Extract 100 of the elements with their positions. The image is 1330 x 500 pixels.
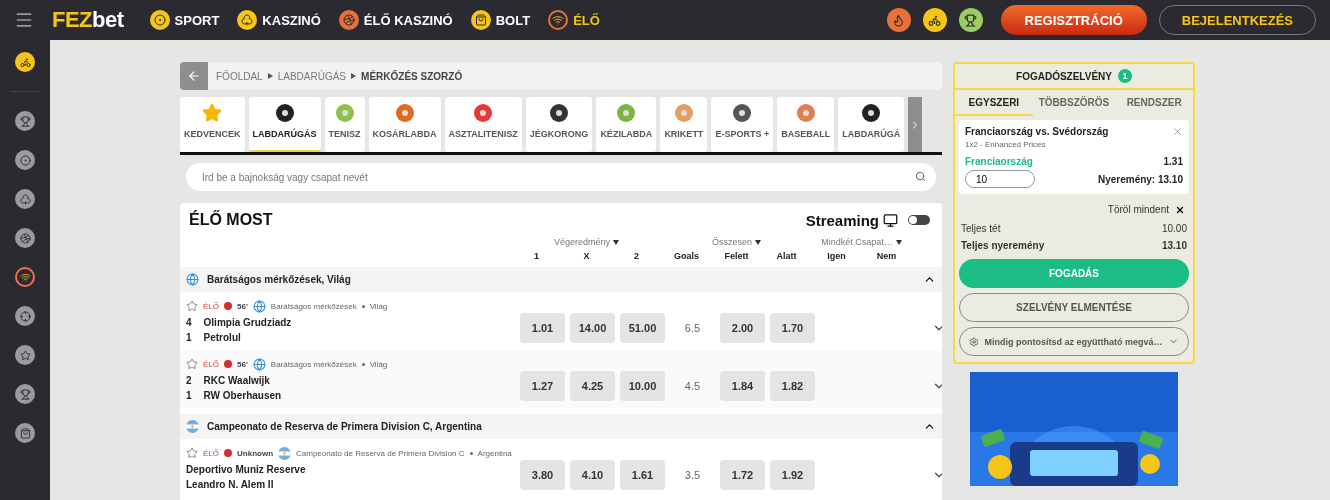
sport-tab[interactable]: KÉZILABDA — [596, 97, 657, 152]
sport-tab[interactable]: KOSÁRLABDA — [368, 97, 441, 152]
team-score: 1 — [186, 389, 192, 401]
favorite-icon[interactable] — [186, 300, 198, 312]
breadcrumb-link[interactable]: FŐOLDAL — [216, 70, 263, 82]
flame-icon[interactable] — [886, 8, 911, 32]
sidebar-button[interactable] — [15, 111, 35, 131]
sport-tab[interactable]: KRIKETT — [660, 97, 708, 152]
nav-link[interactable]: BOLT — [470, 10, 531, 30]
nav-link[interactable]: ÉLŐ — [548, 10, 600, 30]
sport-tab[interactable]: ASZTALITENISZ — [444, 97, 522, 152]
odds-button[interactable]: 1.70 — [770, 313, 815, 343]
team-name: Petrolul — [203, 331, 241, 343]
odds-button[interactable]: 1.61 — [620, 460, 665, 490]
sidebar-button[interactable] — [15, 306, 35, 326]
sidebar-button[interactable] — [15, 345, 35, 365]
match-country: Argentina — [477, 448, 512, 458]
star-icon — [202, 103, 223, 123]
market-dropdown[interactable]: Összesen — [664, 237, 809, 247]
match-time: Unknown — [237, 448, 273, 458]
globe-icon — [252, 357, 266, 371]
menu-icon[interactable] — [14, 10, 34, 30]
scroll-right-button[interactable] — [908, 97, 923, 152]
sport-tab[interactable]: TENISZ — [324, 97, 365, 152]
goals-line: 6.5 — [683, 322, 702, 334]
odds-button[interactable]: 1.27 — [520, 371, 565, 401]
streaming-toggle[interactable] — [908, 215, 930, 225]
search-icon — [915, 171, 926, 182]
odds-button[interactable]: 1.84 — [720, 371, 765, 401]
odds-button[interactable]: 4.25 — [570, 371, 615, 401]
argentina-flag-icon — [186, 420, 199, 433]
breadcrumb-link[interactable]: LABDARÚGÁS — [277, 70, 347, 82]
team-name: Deportivo Muniz Reserve — [186, 463, 306, 475]
betslip-tab[interactable]: TÖBBSZÖRÖS — [1032, 90, 1116, 116]
crosshair-icon — [19, 310, 31, 322]
market-dropdown[interactable]: Mindkét Csapat… — [814, 237, 909, 247]
odds-button[interactable]: 4.10 — [570, 460, 615, 490]
stake-field[interactable]: 10 — [965, 170, 1035, 188]
odds-button[interactable]: 1.01 — [520, 313, 565, 343]
sidebar-button[interactable] — [15, 267, 35, 287]
cyclist-icon — [19, 56, 31, 68]
odds-button[interactable]: 51.00 — [620, 313, 665, 343]
odds-button[interactable]: 1.92 — [770, 460, 815, 490]
live-icon — [224, 302, 232, 310]
settings-icon — [969, 336, 980, 347]
breadcrumb-link[interactable]: MÉRKŐZÉS SZORZÓ — [361, 70, 463, 82]
bet-odds: 1.31 — [1163, 156, 1183, 167]
team-name: RW Oberhausen — [203, 389, 282, 401]
match-league: Barátságos mérkőzések — [270, 301, 357, 311]
sport-tab[interactable]: KEDVENCEK — [180, 97, 245, 152]
sidebar-button[interactable] — [15, 384, 35, 404]
sidebar-button[interactable] — [15, 150, 35, 170]
match-league: Campeonato de Reserva de Primera Division C — [296, 448, 465, 458]
sport-tab[interactable]: LABDARÚGÁS — [248, 97, 321, 152]
odds-button[interactable]: 1.72 — [720, 460, 765, 490]
trophy-icon[interactable] — [958, 8, 983, 32]
betslip-tab[interactable]: RENDSZER — [1115, 90, 1193, 116]
odds-button[interactable]: 1.82 — [770, 371, 815, 401]
total-stake-label: Teljes tét — [961, 223, 1001, 234]
sport-tab[interactable]: E-SPORTS + — [711, 97, 774, 152]
sidebar-button[interactable] — [15, 189, 35, 209]
arrow-left-icon — [187, 69, 201, 83]
sidebar-button[interactable] — [15, 52, 35, 72]
league-name: Campeonato de Reserva de Primera Division C, Argentina — [207, 421, 483, 432]
ball-icon — [19, 154, 31, 166]
sport-tab[interactable]: BASEBALL — [777, 97, 835, 152]
streaming-label: Streaming — [805, 211, 879, 229]
bag-icon — [470, 10, 491, 30]
nav-link[interactable]: ÉLŐ KASZINÓ — [338, 10, 453, 30]
clear-all-link[interactable]: Töröl mindent — [1107, 204, 1169, 215]
ball-icon — [673, 103, 694, 123]
cyclist-icon[interactable] — [922, 8, 947, 32]
nav-link[interactable]: SPORT — [149, 10, 220, 30]
betslip-tab[interactable]: EGYSZERI — [955, 90, 1033, 116]
logo[interactable]: FEZbet — [52, 7, 124, 33]
odds-button[interactable]: 10.00 — [620, 371, 665, 401]
match-country: Világ — [369, 359, 388, 369]
column-header: Goals — [673, 251, 700, 261]
total-stake-value: 10.00 — [1161, 223, 1187, 234]
star-icon — [19, 349, 31, 361]
match-league: Barátságos mérkőzések — [270, 359, 357, 369]
close-icon[interactable] — [1175, 204, 1185, 215]
nav-link[interactable]: KASZINÓ — [237, 10, 321, 30]
column-header: 1 — [533, 251, 540, 261]
favorite-icon[interactable] — [186, 358, 198, 370]
sidebar-button[interactable] — [15, 228, 35, 248]
sidebar-button[interactable] — [15, 423, 35, 443]
market-dropdown[interactable]: Végeredmény — [514, 237, 659, 247]
register-button[interactable]: REGISZTRÁCIÓ — [1000, 5, 1147, 35]
sport-tab[interactable]: LABDARÚGÁ — [838, 97, 905, 152]
ball-icon — [394, 103, 415, 123]
odds-button[interactable]: 14.00 — [570, 313, 615, 343]
favorite-icon[interactable] — [186, 447, 198, 459]
live-icon — [224, 360, 232, 368]
sport-tab[interactable]: JÉGKORONG — [525, 97, 593, 152]
column-header: Igen — [826, 251, 847, 261]
odds-button[interactable]: 2.00 — [720, 313, 765, 343]
selection-name: Franciaország — [965, 156, 1033, 167]
search-field[interactable]: Írd be a bajnokság vagy csapat nevét — [186, 163, 936, 191]
odds-button[interactable]: 3.80 — [520, 460, 565, 490]
